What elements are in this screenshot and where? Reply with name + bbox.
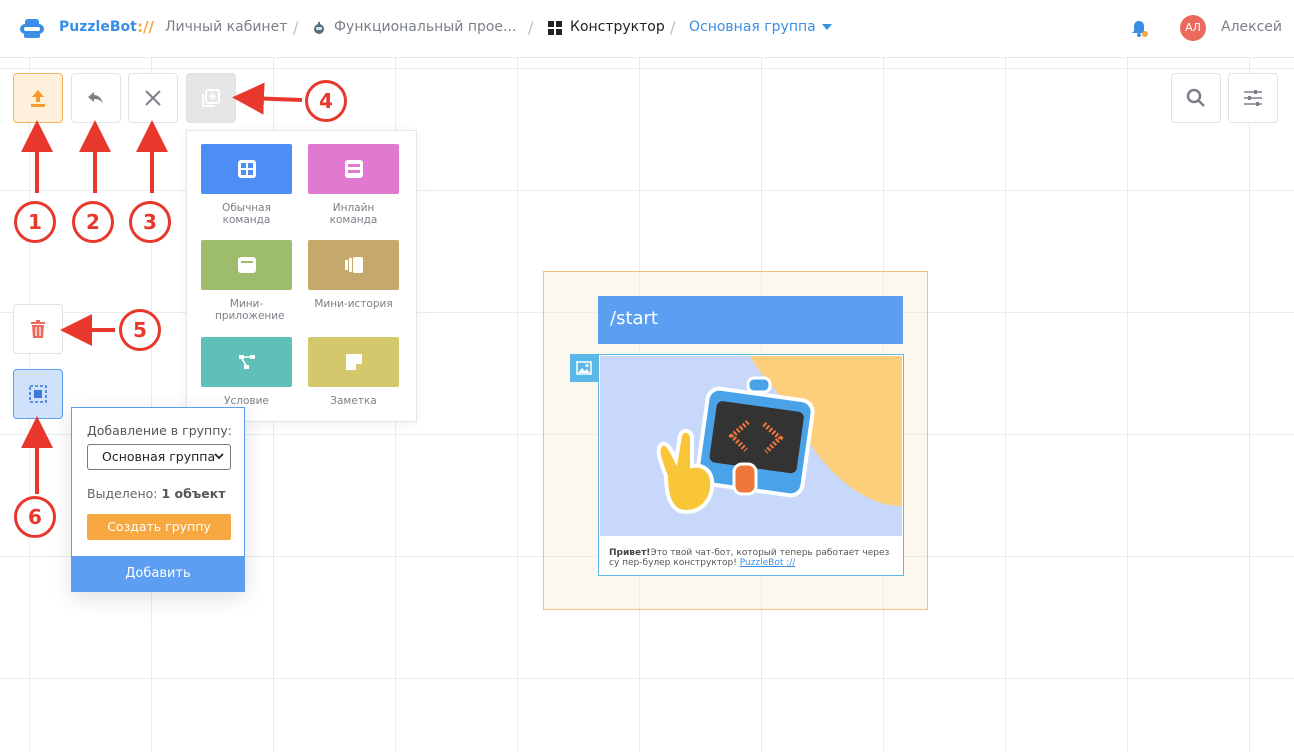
annotation-3: 3 <box>129 201 171 243</box>
palette-item-note[interactable]: Заметка <box>308 337 399 407</box>
group-popup-label: Добавление в группу: <box>87 423 232 438</box>
delete-button[interactable] <box>13 304 63 354</box>
undo-button[interactable] <box>71 73 121 123</box>
palette-item-mini-story[interactable]: Мини-история <box>308 240 399 310</box>
chevron-down-icon <box>821 24 832 30</box>
add-to-group-button[interactable] <box>13 369 63 419</box>
annotation-2: 2 <box>72 201 114 243</box>
group-select-value: Основная группа <box>102 449 216 464</box>
group-select[interactable]: Основная группа <box>87 444 231 470</box>
add-to-group-popup: Добавление в группу: Основная группа Выд… <box>71 407 245 592</box>
message-image <box>600 356 902 536</box>
palette-item-condition[interactable]: Условие <box>201 337 292 407</box>
palette-item-inline-command[interactable]: Инлайн команда <box>308 144 399 226</box>
palette-item-label: Заметка <box>330 395 377 407</box>
annotation-1: 1 <box>14 201 56 243</box>
palette-item-label: Условие <box>224 395 269 407</box>
constructor-grid-icon <box>548 21 562 35</box>
add-button[interactable]: Добавить <box>72 556 244 592</box>
cancel-button[interactable] <box>128 73 178 123</box>
group-dropdown[interactable]: Основная группа <box>689 19 832 35</box>
palette-item-label: Обычная команда <box>222 202 271 226</box>
bot-illustration <box>600 356 902 536</box>
block-palette: Обычная команда Инлайн команда Мини-прил… <box>186 130 417 422</box>
stories-icon <box>344 257 363 273</box>
undo-icon <box>88 92 103 104</box>
palette-tile <box>308 240 399 290</box>
palette-tile <box>201 337 292 387</box>
annotation-6: 6 <box>14 496 56 538</box>
window-icon <box>237 257 256 273</box>
palette-tile <box>308 337 399 387</box>
publish-button[interactable] <box>13 73 63 123</box>
command-header[interactable]: /start <box>598 296 903 344</box>
settings-button[interactable] <box>1228 73 1278 123</box>
message-bold: Привет! <box>609 548 651 558</box>
selected-count: Выделено: 1 объект <box>87 486 225 501</box>
message-card[interactable]: Привет!Это твой чат-бот, который теперь … <box>598 354 904 576</box>
project-bot-icon <box>314 22 324 34</box>
notification-bell-icon[interactable] <box>1129 19 1149 39</box>
avatar[interactable]: АЛ <box>1180 15 1206 41</box>
brand-separator: :// <box>137 18 154 36</box>
image-badge[interactable] <box>570 354 598 382</box>
image-icon <box>576 361 592 375</box>
palette-item-label: Мини-приложение <box>215 298 285 322</box>
breadcrumb-separator: / <box>670 18 676 37</box>
select-group-icon <box>29 385 47 403</box>
brand-name[interactable]: PuzzleBot <box>59 19 137 35</box>
palette-item-label: Инлайн команда <box>329 202 378 226</box>
selected-count-label: Выделено: <box>87 486 158 501</box>
close-icon <box>145 90 161 106</box>
message-text: Привет!Это твой чат-бот, который теперь … <box>609 548 895 568</box>
grid-icon <box>237 160 256 178</box>
palette-item-mini-app[interactable]: Мини-приложение <box>201 240 292 322</box>
create-group-button[interactable]: Создать группу <box>87 514 231 540</box>
note-icon <box>345 354 362 370</box>
palette-item-label: Мини-история <box>314 298 393 310</box>
branch-icon <box>238 355 255 369</box>
palette-tile <box>308 144 399 194</box>
palette-tile <box>201 240 292 290</box>
breadcrumb-separator: / <box>293 18 299 37</box>
trash-icon <box>31 320 45 338</box>
palette-item-regular-command[interactable]: Обычная команда <box>201 144 292 226</box>
user-name[interactable]: Алексей <box>1221 19 1282 35</box>
search-button[interactable] <box>1171 73 1221 123</box>
annotation-5: 5 <box>119 309 161 351</box>
settings-sliders-icon <box>1244 90 1262 106</box>
add-block-button[interactable] <box>186 73 236 123</box>
chevron-down-icon <box>214 453 224 460</box>
breadcrumb-project[interactable]: Функциональный прое... <box>334 19 516 35</box>
annotation-4: 4 <box>305 80 347 122</box>
selected-count-value: 1 объект <box>161 486 226 501</box>
puzzlebot-logo-icon[interactable] <box>18 15 46 43</box>
inline-list-icon <box>344 160 363 178</box>
breadcrumb-personal-cabinet[interactable]: Личный кабинет <box>165 19 287 35</box>
breadcrumb-constructor[interactable]: Конструктор <box>570 19 665 35</box>
upload-icon <box>31 90 45 107</box>
palette-tile <box>201 144 292 194</box>
message-link[interactable]: PuzzleBot :// <box>740 558 796 568</box>
breadcrumb-separator: / <box>528 18 534 37</box>
add-block-icon <box>202 89 220 107</box>
group-dropdown-label: Основная группа <box>689 19 816 35</box>
search-icon <box>1186 88 1205 107</box>
top-header: PuzzleBot :// Личный кабинет / Функциона… <box>0 0 1294 58</box>
